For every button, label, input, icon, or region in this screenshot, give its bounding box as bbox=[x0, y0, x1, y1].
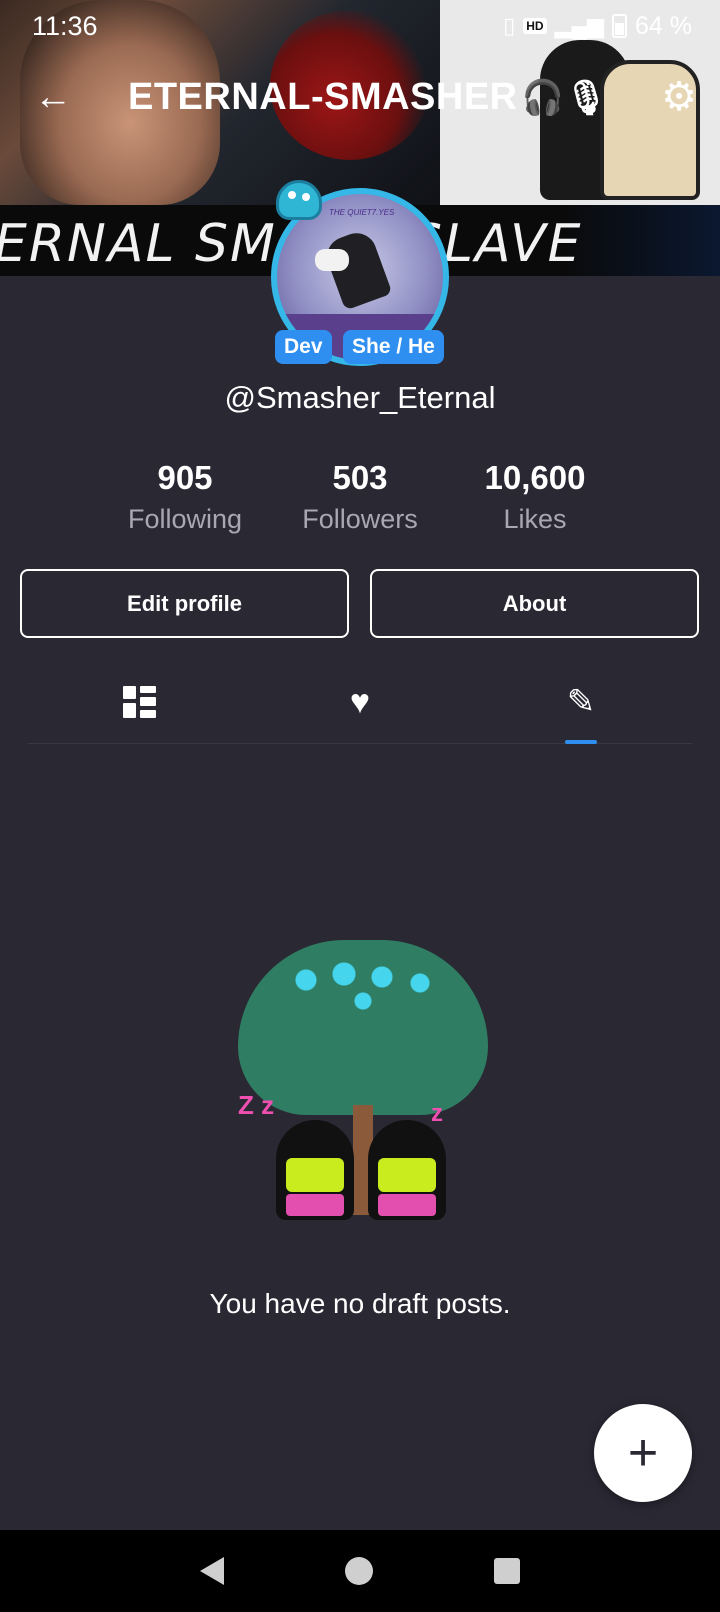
edit-profile-button[interactable]: Edit profile bbox=[20, 569, 349, 638]
hd-icon: HD bbox=[523, 18, 547, 34]
back-button[interactable]: ← bbox=[28, 72, 78, 122]
sleeping-character-right bbox=[368, 1120, 446, 1220]
avatar-decoration-icon bbox=[276, 180, 322, 220]
likes-count: 10,600 bbox=[484, 459, 586, 496]
status-time: 11:36 bbox=[32, 10, 98, 41]
status-icons: ▯ HD ▂▄▆ 64 % bbox=[503, 12, 692, 41]
headphones-mic-emoji: 🎧🎙 bbox=[521, 79, 609, 117]
profile-stats: 905 Following 503 Followers 10,600 Likes bbox=[0, 459, 720, 540]
profile-tabs: ♥ ✎ bbox=[28, 660, 692, 744]
sleeping-tree-illustration: Z z z bbox=[238, 940, 488, 1270]
system-nav-bar bbox=[0, 1530, 720, 1612]
battery-icon bbox=[612, 14, 628, 38]
following-count: 905 bbox=[157, 459, 213, 496]
likes-stat[interactable]: 10,600 Likes bbox=[450, 459, 620, 535]
followers-count: 503 bbox=[332, 459, 388, 496]
pencil-icon: ✎ bbox=[566, 683, 596, 721]
grid-icon bbox=[122, 686, 156, 718]
top-bar: ← ETERNAL-SMASHER 🎧🎙 ⚙ bbox=[0, 68, 720, 128]
create-post-button[interactable]: + bbox=[594, 1404, 692, 1502]
following-stat[interactable]: 905 Following bbox=[100, 459, 270, 535]
vibrate-icon: ▯ bbox=[503, 13, 516, 38]
likes-label: Likes bbox=[503, 504, 567, 535]
nav-home-icon[interactable] bbox=[344, 1557, 373, 1585]
signal-icon: ▂▄▆ bbox=[554, 13, 605, 38]
empty-state-message: You have no draft posts. bbox=[209, 1288, 511, 1319]
followers-stat[interactable]: 503 Followers bbox=[275, 459, 445, 535]
plus-icon: + bbox=[627, 1424, 659, 1482]
username: @Smasher_Eternal bbox=[224, 380, 496, 415]
dev-badge: Dev bbox=[275, 330, 332, 364]
status-bar: 11:36 ▯ HD ▂▄▆ 64 % bbox=[0, 0, 720, 52]
battery-percent: 64 % bbox=[635, 11, 692, 40]
tab-posts[interactable] bbox=[109, 660, 169, 744]
sleeping-character-left bbox=[276, 1120, 354, 1220]
zzz-left: Z z bbox=[238, 1090, 275, 1120]
tab-likes[interactable]: ♥ bbox=[330, 660, 390, 744]
pronoun-badge: She / He bbox=[343, 330, 444, 364]
nav-recents-icon[interactable] bbox=[493, 1558, 520, 1584]
following-label: Following bbox=[127, 504, 243, 535]
settings-button[interactable]: ⚙ bbox=[654, 72, 704, 122]
about-button[interactable]: About bbox=[370, 569, 699, 638]
tab-drafts[interactable]: ✎ bbox=[551, 660, 611, 744]
nav-back-icon[interactable] bbox=[200, 1557, 225, 1585]
tree-canopy bbox=[238, 940, 488, 1115]
back-arrow-icon: ← bbox=[34, 75, 72, 118]
profile-title-text: ETERNAL-SMASHER bbox=[128, 76, 518, 118]
gear-icon: ⚙ bbox=[661, 75, 697, 119]
heart-icon: ♥ bbox=[349, 683, 371, 721]
avatar-caption: THE QUIET7.YES bbox=[329, 208, 395, 217]
active-tab-indicator bbox=[565, 740, 597, 744]
zzz-right: z bbox=[431, 1100, 443, 1127]
followers-label: Followers bbox=[302, 504, 418, 535]
profile-title: ETERNAL-SMASHER 🎧🎙 bbox=[128, 76, 608, 119]
